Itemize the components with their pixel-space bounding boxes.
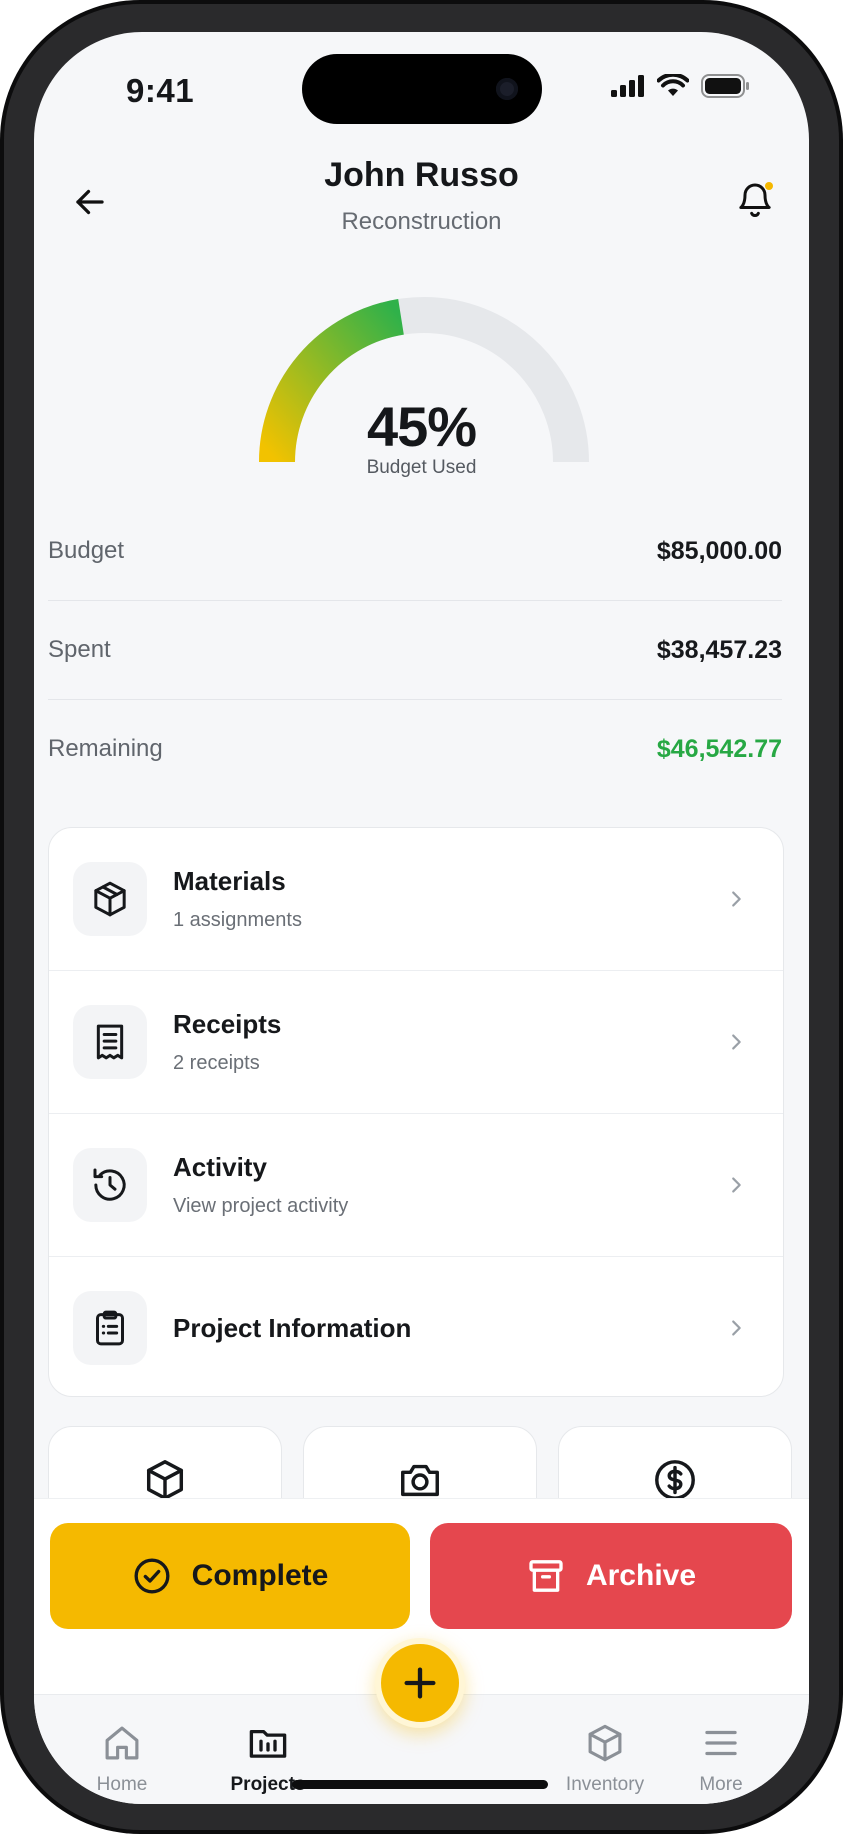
remaining-label: Remaining [48, 735, 163, 762]
receipts-icon-tile [73, 1005, 147, 1079]
add-button[interactable] [375, 1638, 465, 1728]
home-indicator [292, 1780, 548, 1789]
archive-label: Archive [585, 1559, 697, 1592]
notification-dot [765, 182, 773, 190]
plus-icon [404, 1667, 436, 1699]
menu-title: Activity [173, 1152, 267, 1182]
chevron-right-icon [721, 884, 751, 914]
tab-more[interactable]: More [661, 1722, 781, 1796]
budget-percent: 45% [366, 395, 477, 458]
archive-button[interactable]: Archive [430, 1523, 792, 1629]
budget-label: Budget [48, 537, 125, 564]
package-icon [94, 881, 126, 917]
complete-label: Complete [191, 1559, 329, 1592]
status-time: 9:41 [126, 72, 195, 109]
budget-used-label: Budget Used [366, 457, 477, 478]
notifications-button[interactable] [725, 170, 785, 230]
check-circle-icon [134, 1558, 170, 1594]
clipboard-icon [96, 1310, 124, 1346]
menu-item-materials[interactable]: Materials 1 assignments [49, 828, 783, 970]
activity-text: Activity View project activity [173, 1152, 348, 1218]
status-icons [611, 74, 751, 98]
package-icon [588, 1724, 622, 1762]
spent-value: $38,457.23 [656, 635, 782, 664]
budget-row: Budget $85,000.00 [48, 502, 782, 600]
menu-item-project-information[interactable]: Project Information [49, 1257, 783, 1396]
menu-subtitle: 1 assignments [173, 909, 302, 931]
app-screen: 9:41 John Russo Reconstruction 45% Budge… [34, 32, 809, 1804]
activity-icon-tile [73, 1148, 147, 1222]
remaining-value: $46,542.77 [656, 734, 782, 763]
project-info-icon-tile [73, 1291, 147, 1365]
spent-row: Spent $38,457.23 [48, 601, 782, 699]
project-menu-card: Materials 1 assignments Receipts 2 recei… [48, 827, 784, 1397]
menu-title: Materials [173, 866, 286, 896]
camera-dot [496, 78, 518, 100]
wifi-icon [657, 74, 689, 96]
remaining-row: Remaining $46,542.77 [48, 700, 782, 798]
tab-home[interactable]: Home [62, 1722, 182, 1796]
signal-icon [611, 75, 644, 97]
package-icon [146, 1460, 184, 1500]
history-icon [93, 1168, 126, 1201]
project-info-text: Project Information [173, 1313, 411, 1344]
materials-text: Materials 1 assignments [173, 866, 302, 932]
chevron-right-icon [721, 1027, 751, 1057]
menu-title: Receipts [173, 1009, 282, 1039]
spent-label: Spent [48, 636, 111, 663]
page-title: John Russo [324, 156, 519, 194]
menu-subtitle: 2 receipts [173, 1052, 260, 1074]
page-subtitle: Reconstruction [341, 208, 502, 235]
chevron-right-icon [721, 1313, 751, 1343]
dollar-icon [655, 1460, 695, 1500]
receipt-icon [96, 1024, 124, 1060]
home-icon [105, 1726, 139, 1760]
budget-value: $85,000.00 [656, 536, 782, 565]
menu-icon [705, 1730, 737, 1756]
menu-item-receipts[interactable]: Receipts 2 receipts [49, 971, 783, 1113]
tab-label: More [699, 1774, 743, 1795]
menu-title: Project Information [173, 1312, 412, 1343]
folder-icon [249, 1729, 287, 1758]
camera-icon [401, 1464, 439, 1497]
menu-item-activity[interactable]: Activity View project activity [49, 1114, 783, 1256]
dynamic-island [302, 54, 542, 124]
status-bar: 9:41 [34, 32, 809, 152]
complete-button[interactable]: Complete [50, 1523, 410, 1629]
menu-subtitle: View project activity [173, 1195, 349, 1217]
chevron-right-icon [721, 1170, 751, 1200]
battery-icon [701, 74, 749, 98]
archive-icon [529, 1560, 563, 1592]
receipts-text: Receipts 2 receipts [173, 1009, 281, 1075]
tab-label: Home [96, 1774, 148, 1795]
tab-label: Inventory [565, 1774, 645, 1795]
tab-inventory[interactable]: Inventory [545, 1722, 665, 1796]
materials-icon-tile [73, 862, 147, 936]
